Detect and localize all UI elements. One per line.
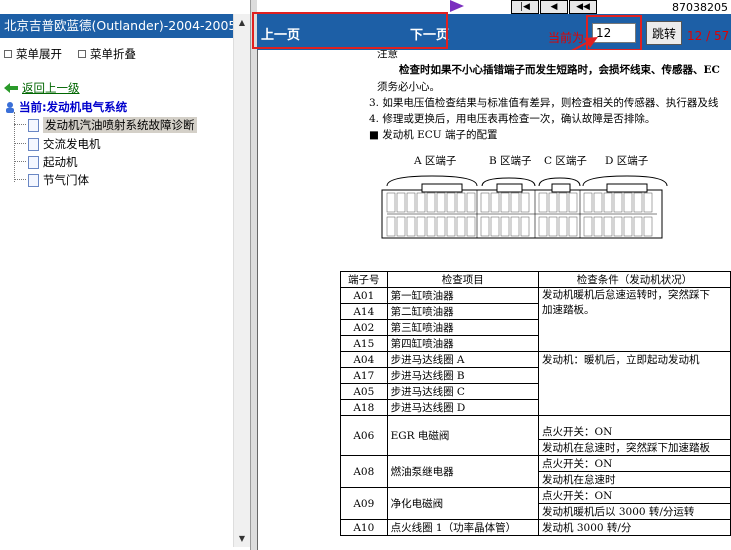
table-row: A08 燃油泵继电器 点火开关：ON <box>340 455 731 488</box>
document-page: 注意 检查时如果不小心插错端子而发生短路时，会损坏线束、传感器、EC 须务必小心… <box>257 50 731 550</box>
note-line1: 检查时如果不小心插错端子而发生短路时，会损坏线束、传感器、EC <box>399 64 720 76</box>
table-header-row: 端子号 检查项目 检查条件（发动机状况） <box>340 271 731 288</box>
table-row: A01 第一缸喷油器 发动机暖机后怠速运转时，突然踩下 加速踏板。 <box>340 287 731 352</box>
section-heading: ■ 发动机 ECU 端子的配置 <box>369 129 498 141</box>
terminal-table: 端子号 检查项目 检查条件（发动机状况） A01 第一缸喷油器 发动机暖机后怠速… <box>340 271 731 536</box>
table-row: A09 净化电磁阀 点火开关：ON <box>340 487 731 520</box>
note-heading: 注意 <box>377 50 398 60</box>
note-line2: 须务必小心。 <box>377 81 440 93</box>
step-3: 3. 如果电压值检查结果与标准值有差异，则检查相关的传感器、执行器及线 <box>369 97 719 109</box>
step-4: 4. 修理或更换后，用电压表再检查一次，确认故障是否排除。 <box>369 113 656 125</box>
table-row: A06 EGR 电磁阀 <box>340 415 731 456</box>
table-row: A04 步进马达线圈 A 发动机：暖机后，立即起动发动机 <box>340 351 731 416</box>
connector-diagram <box>381 175 668 239</box>
table-row: A10 点火线圈 1（功率晶体管） 发动机 3000 转/分 <box>340 519 731 536</box>
